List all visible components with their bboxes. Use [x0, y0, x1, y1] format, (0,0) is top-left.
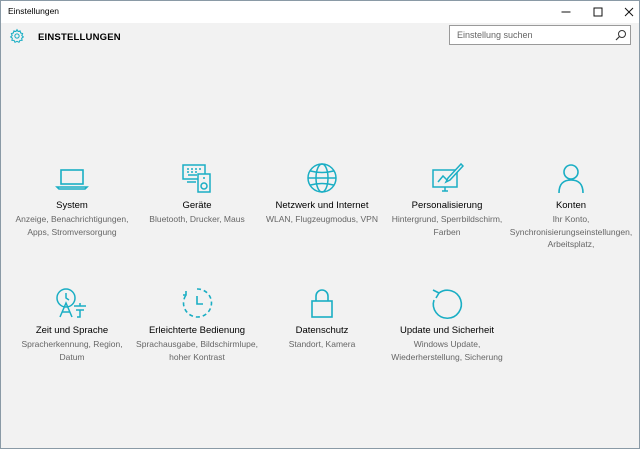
tile-time-language[interactable]: Zeit und Sprache Spracherkennung, Region…	[9, 286, 135, 363]
tile-update-security[interactable]: Update und Sicherheit Windows Update, Wi…	[384, 286, 510, 363]
title-bar[interactable]: Einstellungen	[1, 1, 639, 23]
personalization-icon	[430, 161, 465, 195]
tile-description: Standort, Kamera	[288, 339, 356, 349]
tile-label: Konten	[555, 200, 587, 211]
window-title: Einstellungen	[8, 6, 60, 16]
tile-label: Datenschutz	[295, 325, 349, 336]
tile-devices[interactable]: Geräte Bluetooth, Drucker, Maus	[134, 161, 260, 226]
tile-privacy[interactable]: Datenschutz Standort, Kamera	[259, 286, 385, 351]
close-icon	[624, 7, 634, 17]
search-input[interactable]	[450, 26, 617, 44]
settings-header: EINSTELLUNGEN	[1, 23, 639, 53]
tile-system[interactable]: System Anzeige, Benachrichtigungen, Apps…	[9, 161, 135, 238]
person-icon	[554, 161, 588, 195]
tile-network[interactable]: Netzwerk und Internet WLAN, Flugzeugmodu…	[259, 161, 385, 226]
devices-icon	[180, 161, 214, 195]
maximize-button[interactable]	[583, 1, 613, 23]
tile-description: Ihr Konto, Synchronisierungseinstellunge…	[509, 214, 633, 249]
ease-of-access-icon	[180, 286, 214, 320]
tile-label: Geräte	[182, 200, 212, 211]
tile-label: Personalisierung	[411, 200, 483, 211]
tile-ease-of-access[interactable]: Erleichterte Bedienung Sprachausgabe, Bi…	[134, 286, 260, 363]
tile-description: Spracherkennung, Region, Datum	[21, 339, 123, 362]
tile-label: Netzwerk und Internet	[275, 200, 369, 211]
search-icon[interactable]	[615, 29, 627, 41]
close-button[interactable]	[614, 1, 639, 23]
tile-description: Bluetooth, Drucker, Maus	[149, 214, 245, 224]
time-language-icon	[55, 286, 89, 320]
gear-icon	[9, 28, 25, 44]
minimize-icon	[561, 11, 571, 13]
tile-personalization[interactable]: Personalisierung Hintergrund, Sperrbilds…	[384, 161, 510, 238]
lock-icon	[305, 286, 339, 320]
search-box[interactable]	[449, 25, 631, 45]
tile-description: Windows Update, Wiederherstellung, Siche…	[391, 339, 503, 362]
globe-icon	[305, 161, 339, 195]
minimize-button[interactable]	[551, 1, 581, 23]
tile-description: Anzeige, Benachrichtigungen, Apps, Strom…	[15, 214, 129, 237]
tile-description: Hintergrund, Sperrbildschirm, Farben	[391, 214, 503, 237]
tile-label: Update und Sicherheit	[399, 325, 494, 336]
tile-description: Sprachausgabe, Bildschirmlupe, hoher Kon…	[136, 339, 258, 362]
tile-label: System	[56, 200, 88, 211]
update-icon	[430, 286, 464, 320]
tile-label: Zeit und Sprache	[35, 325, 109, 336]
page-title: EINSTELLUNGEN	[38, 32, 121, 43]
settings-window: Einstellungen EINSTELLUNGEN Einstellung …	[0, 0, 640, 449]
tile-description: WLAN, Flugzeugmodus, VPN	[266, 214, 378, 224]
maximize-icon	[593, 7, 603, 17]
tile-accounts[interactable]: Konten Ihr Konto, Synchronisierungseinst…	[508, 161, 634, 251]
tile-label: Erleichterte Bedienung	[148, 325, 246, 336]
laptop-icon	[55, 161, 89, 195]
